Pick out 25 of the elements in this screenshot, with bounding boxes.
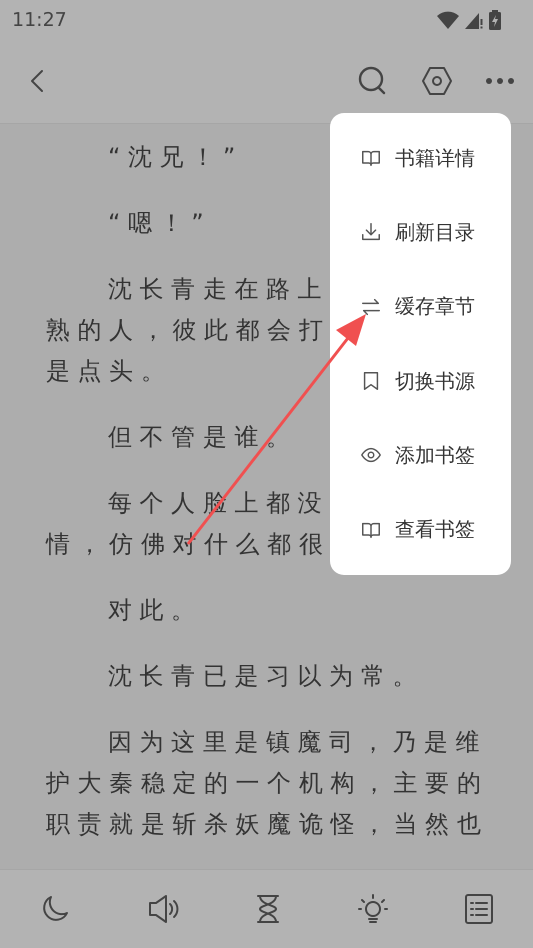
battery-icon [489,10,501,30]
menu-item[interactable]: 添加书签 [330,418,511,493]
text-line: 沈长青已是习以为常。 [107,660,424,692]
text-line: “沈兄！” [107,142,243,173]
text-line: 护大秦稳定的一个机构，主要的 [46,768,488,799]
more-button[interactable] [485,76,515,85]
settings-button[interactable] [421,64,453,97]
menu-item[interactable]: 缓存章节 [330,270,511,344]
text-line: 是点头。 [46,356,172,387]
text-line: 职责就是斩杀妖魔诡怪，当然也 [46,808,488,840]
lightbulb-button[interactable] [357,892,390,925]
text-line: “嗯！” [107,208,212,239]
wifi-icon [437,10,459,29]
text-line: 但不管是谁。 [107,422,298,453]
contents-button[interactable] [464,892,494,925]
menu-item[interactable]: 查看书签 [330,492,511,567]
text-line: 对此。 [107,594,203,626]
status-time: 11:27 [12,8,67,31]
text-line: 熟的人，彼此都会打 [46,314,330,346]
text-line: 沈长青走在路上 [107,274,330,305]
signal-icon [465,10,483,29]
menu-item[interactable]: 书籍详情 [330,121,511,196]
menu-item[interactable]: 切换书源 [330,344,511,418]
text-line: 因为这里是镇魔司，乃是维 [107,726,488,758]
menu-item[interactable]: 刷新目录 [330,195,511,270]
